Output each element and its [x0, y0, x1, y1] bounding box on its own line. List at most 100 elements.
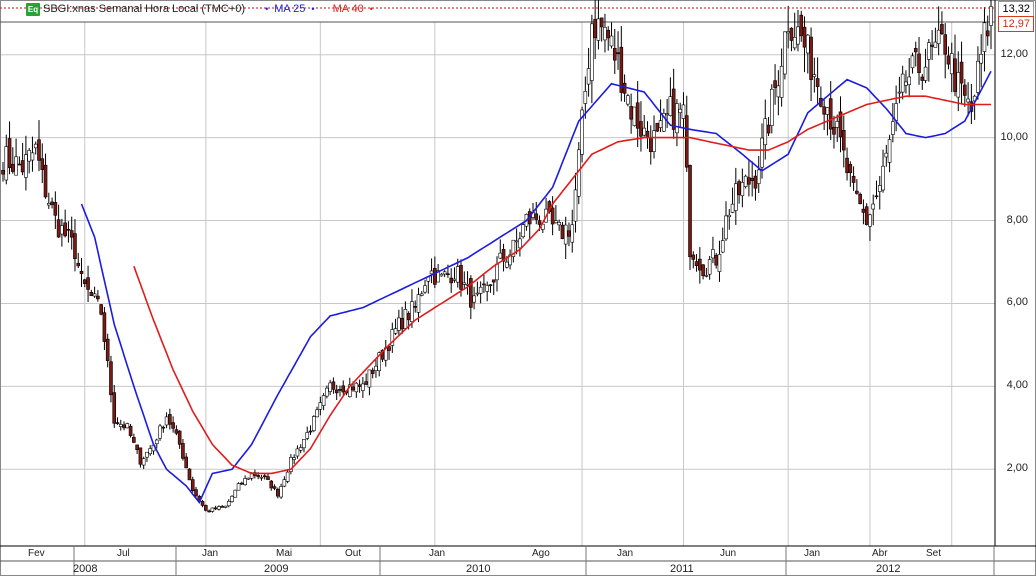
candle: [161, 425, 166, 433]
candle: [276, 487, 280, 499]
candle-body: [727, 214, 732, 218]
candle: [102, 307, 107, 351]
candle-body: [210, 507, 215, 512]
candle: [341, 380, 346, 396]
ma40-line: [133, 95, 991, 475]
candle: [390, 322, 395, 353]
candle: [138, 447, 143, 468]
candle: [30, 136, 35, 172]
candle: [285, 469, 290, 484]
candle: [851, 166, 856, 191]
candle-body: [406, 313, 411, 321]
candle: [187, 468, 192, 481]
candle: [675, 98, 679, 147]
x-year-label: 2008: [73, 563, 98, 575]
candle: [184, 453, 189, 469]
candle-body: [135, 444, 139, 451]
candle-body: [930, 44, 934, 47]
candle-body: [698, 258, 702, 271]
candle-body: [505, 261, 509, 268]
candle: [1, 162, 5, 182]
candle: [554, 205, 558, 224]
candle-body: [688, 164, 692, 258]
candle-body: [115, 422, 120, 425]
candle: [828, 81, 833, 140]
candle-body: [403, 309, 408, 329]
candle-body: [171, 422, 175, 429]
candle: [776, 70, 781, 116]
candle: [321, 393, 326, 411]
x-month-label: Fev: [28, 548, 45, 559]
candle-body: [805, 34, 810, 54]
candle-body: [99, 304, 103, 315]
candle-body: [724, 215, 728, 240]
x-year-label: 2009: [264, 563, 289, 575]
candle-body: [449, 277, 453, 284]
candle: [318, 396, 323, 416]
candle: [115, 417, 120, 425]
candle: [82, 278, 87, 288]
candle-body: [642, 127, 647, 136]
candle: [4, 134, 9, 185]
candle: [63, 209, 67, 238]
candle-body: [599, 17, 604, 28]
candle: [609, 22, 614, 49]
candle: [792, 12, 797, 51]
x-month-label: Jul: [117, 548, 130, 559]
candle: [295, 445, 300, 459]
candle-body: [704, 275, 709, 277]
candle: [50, 197, 54, 209]
candle: [734, 167, 738, 225]
candle: [639, 101, 643, 152]
candle: [400, 306, 404, 334]
candle-body: [583, 91, 588, 104]
candle-body: [419, 293, 424, 296]
candle-body: [652, 130, 656, 152]
candle: [217, 505, 221, 511]
candle-body: [393, 328, 398, 334]
candle: [233, 489, 238, 498]
candle-body: [907, 76, 912, 85]
candle-body: [328, 382, 332, 392]
candle-body: [881, 165, 885, 191]
candle-body: [606, 29, 611, 39]
candle-body: [953, 58, 957, 92]
candle-body: [423, 285, 427, 293]
candle: [413, 300, 418, 313]
candle: [135, 444, 139, 454]
candle: [586, 47, 591, 97]
candle: [560, 221, 565, 240]
candle: [773, 64, 777, 105]
candle-body: [891, 121, 895, 135]
candle-body: [354, 382, 359, 393]
candle: [128, 423, 133, 438]
candle-body: [315, 409, 319, 418]
candle: [96, 289, 100, 302]
candle: [495, 256, 499, 292]
candle-body: [534, 213, 539, 220]
candle: [518, 231, 522, 257]
candle: [868, 213, 872, 241]
candle: [40, 143, 45, 184]
x-month-label: Ago: [532, 548, 550, 559]
candle: [302, 438, 306, 453]
y-tick-label: 2,00: [1006, 462, 1028, 475]
candle: [770, 84, 774, 134]
candle-body: [622, 82, 627, 94]
candle: [747, 160, 751, 197]
outer-border: [0, 0, 1036, 576]
candle: [756, 156, 761, 194]
candle-body: [187, 468, 192, 481]
candle-body: [982, 22, 987, 52]
candle-body: [567, 230, 571, 237]
candle-body: [671, 88, 676, 130]
candle: [298, 444, 303, 454]
candle-body: [845, 157, 849, 174]
candle-body: [609, 35, 614, 47]
candle-body: [11, 163, 15, 172]
candle-body: [979, 53, 983, 64]
candle: [789, 27, 794, 52]
candle-body: [976, 60, 980, 93]
candle: [717, 240, 722, 282]
candle-body: [521, 224, 525, 238]
